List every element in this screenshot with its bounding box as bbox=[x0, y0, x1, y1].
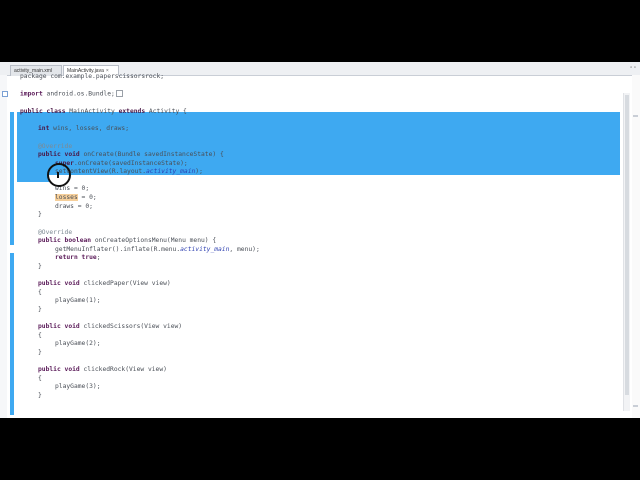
code-line: playGame(3); bbox=[55, 383, 101, 390]
scope-bar bbox=[10, 253, 14, 415]
code-line: public boolean onCreateOptionsMenu(Menu … bbox=[38, 237, 217, 244]
mouse-cursor-highlight-icon bbox=[47, 163, 71, 187]
code-line: } bbox=[38, 211, 42, 218]
overview-ruler[interactable] bbox=[632, 75, 640, 418]
vertical-scrollbar[interactable] bbox=[623, 93, 630, 411]
code-line: return true; bbox=[55, 254, 101, 261]
code-line: int wins, losses, draws; bbox=[38, 125, 129, 132]
window-controls[interactable]: ▫ ▫ bbox=[630, 65, 636, 71]
code-line: public void onCreate(Bundle savedInstanc… bbox=[38, 151, 224, 158]
collapsed-imports-icon[interactable] bbox=[115, 90, 123, 97]
code-line: } bbox=[38, 306, 42, 313]
code-line: playGame(1); bbox=[55, 297, 101, 304]
text-cursor-icon bbox=[57, 172, 59, 178]
code-line: setContentView(R.layout.activity_main); bbox=[55, 168, 203, 175]
overview-marker[interactable] bbox=[633, 405, 638, 407]
code-line: draws = 0; bbox=[55, 203, 93, 210]
code-line: } bbox=[38, 392, 42, 399]
scrollbar-thumb[interactable] bbox=[625, 95, 629, 395]
code-line: { bbox=[38, 375, 42, 382]
code-line: } bbox=[38, 263, 42, 270]
code-line: playGame(2); bbox=[55, 340, 101, 347]
eclipse-editor-window: activity_main.xml MainActivity.java × ▫ ▫… bbox=[0, 62, 640, 418]
code-line: losses = 0; bbox=[55, 194, 97, 201]
editor-gutter bbox=[0, 75, 8, 418]
code-line: public void clickedScissors(View view) bbox=[38, 323, 183, 330]
fold-toggle-icon[interactable] bbox=[2, 91, 8, 97]
overview-marker[interactable] bbox=[633, 115, 638, 117]
text-selection bbox=[17, 175, 49, 182]
code-editor[interactable]: package com.example.paperscissorsrock; i… bbox=[0, 73, 640, 418]
code-line: { bbox=[38, 332, 42, 339]
code-line: public void clickedRock(View view) bbox=[38, 366, 167, 373]
code-line: } bbox=[38, 349, 42, 356]
scope-bar bbox=[10, 112, 14, 245]
code-line: package com.example.paperscissorsrock; bbox=[20, 73, 165, 80]
code-line: public void clickedPaper(View view) bbox=[38, 280, 171, 287]
code-line: public class MainActivity extends Activi… bbox=[20, 108, 187, 115]
code-line: import android.os.Bundle; bbox=[20, 90, 123, 99]
code-line: { bbox=[38, 289, 42, 296]
